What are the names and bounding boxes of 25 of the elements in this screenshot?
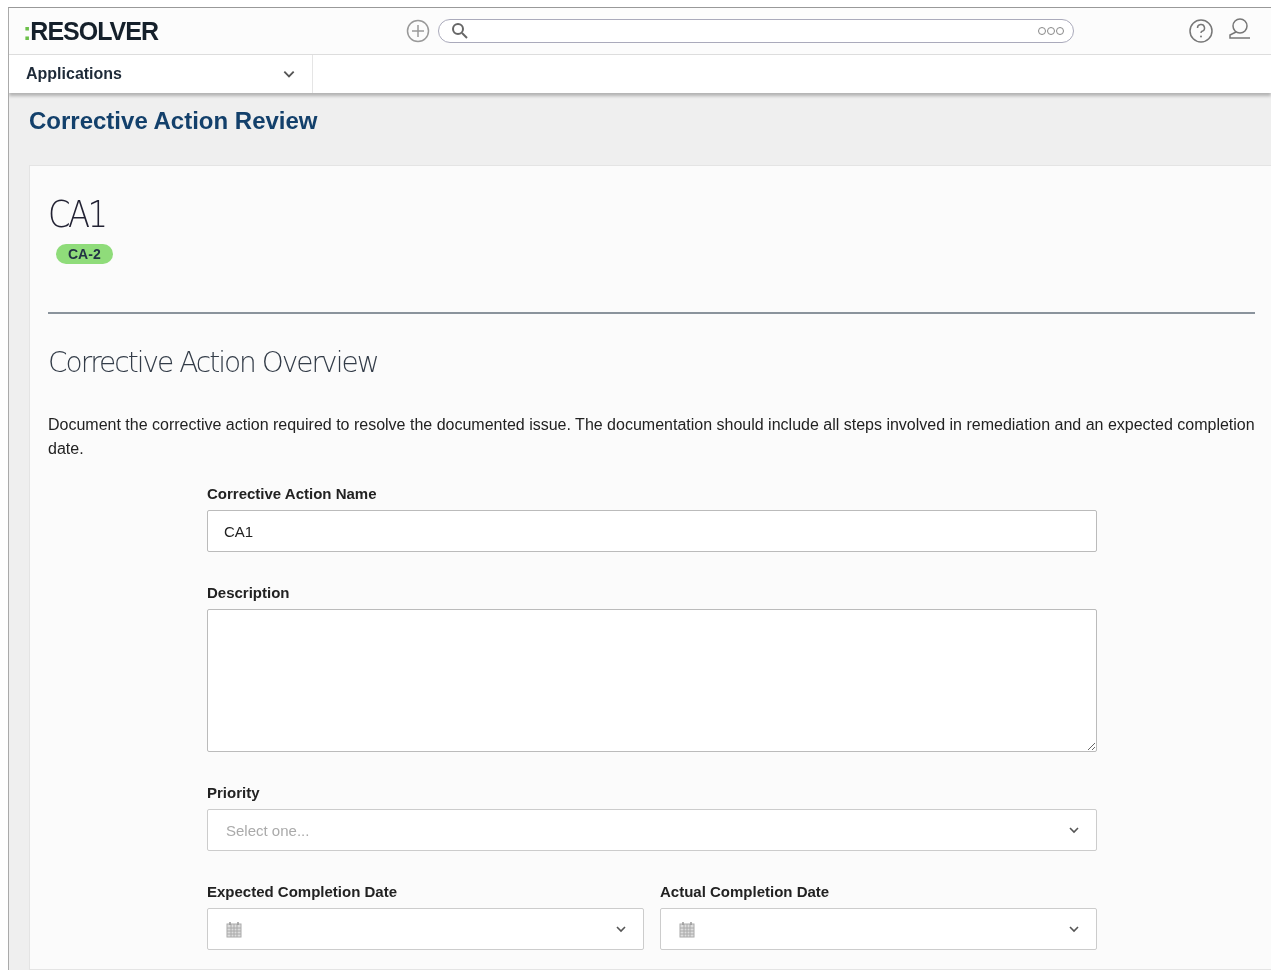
more-icon[interactable]: [1037, 26, 1065, 36]
field-label: Description: [207, 584, 291, 601]
calendar-icon: [226, 920, 242, 938]
add-icon[interactable]: [406, 19, 430, 43]
page-title: Corrective Action Review: [28, 106, 319, 136]
section-description: Document the corrective action required to resolve the documented issue. The documentation should include all steps involved in remediation and an expected completion date.: [48, 415, 1256, 459]
field-label: Priority: [207, 784, 261, 801]
chevron-down-icon: [615, 923, 627, 935]
field-label: Corrective Action Name: [207, 485, 378, 502]
logo[interactable]: :RESOLVER: [23, 16, 406, 46]
search-icon: [451, 22, 469, 40]
field-label: Expected Completion Date: [207, 883, 399, 900]
date-field[interactable]: [207, 908, 644, 950]
record-title: CA1: [48, 192, 106, 236]
input-field[interactable]: CA1: [207, 510, 1097, 552]
applications-dropdown[interactable]: Applications: [9, 55, 313, 93]
record-id-tag: CA-2: [56, 244, 113, 264]
chevron-down-icon: [1068, 824, 1080, 836]
date-field[interactable]: [660, 908, 1097, 950]
search-field[interactable]: [438, 19, 1074, 43]
field-label: Actual Completion Date: [660, 883, 831, 900]
help-icon[interactable]: [1188, 18, 1214, 44]
section-title: Corrective Action Overview: [48, 346, 379, 379]
calendar-icon: [679, 920, 695, 938]
chevron-down-icon: [1068, 923, 1080, 935]
